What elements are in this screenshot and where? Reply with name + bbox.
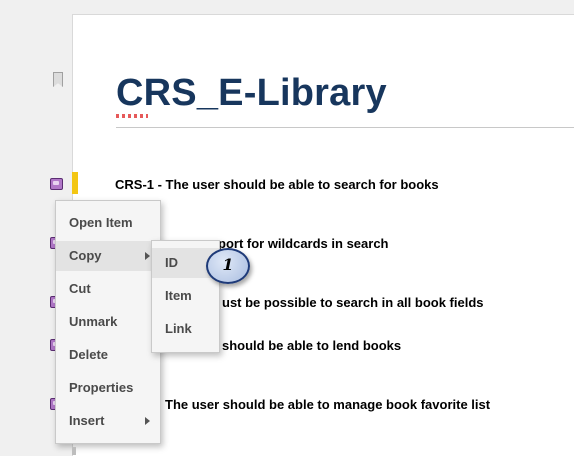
top-strip [0, 0, 574, 14]
requirement-icon[interactable] [50, 178, 63, 190]
requirement-row[interactable]: ust be possible to search in all book fi… [222, 295, 484, 310]
menu-item-insert[interactable]: Insert [56, 406, 160, 436]
bookmark-icon[interactable] [53, 72, 63, 87]
menu-item-label: Insert [69, 413, 105, 428]
submenu-item-item[interactable]: Item [152, 281, 219, 311]
submenu-arrow-icon [145, 417, 150, 425]
selection-bar [72, 172, 78, 194]
menu-item-cut[interactable]: Cut [56, 274, 160, 304]
context-menu: Open Item Copy Cut Unmark Delete Propert… [55, 200, 161, 444]
requirement-row[interactable]: port for wildcards in search [218, 236, 389, 251]
menu-item-label: Copy [69, 248, 102, 263]
submenu-item-link[interactable]: Link [152, 314, 219, 344]
requirement-row[interactable]: The user should be able to manage book f… [165, 397, 490, 412]
requirement-row[interactable]: CRS-1 - The user should be able to searc… [115, 177, 439, 192]
submenu-arrow-icon [145, 252, 150, 260]
menu-item-open-item[interactable]: Open Item [56, 208, 160, 238]
requirement-row[interactable]: should be able to lend books [222, 338, 401, 353]
spellcheck-underline [116, 114, 148, 118]
menu-item-delete[interactable]: Delete [56, 340, 160, 370]
menu-item-properties[interactable]: Properties [56, 373, 160, 403]
document-title: CRS_E-Library [116, 72, 387, 114]
menu-item-copy[interactable]: Copy [56, 241, 160, 271]
scroll-marker [72, 447, 76, 455]
title-rule [116, 127, 574, 128]
step-callout-badge: 1 [206, 248, 250, 284]
menu-item-unmark[interactable]: Unmark [56, 307, 160, 337]
